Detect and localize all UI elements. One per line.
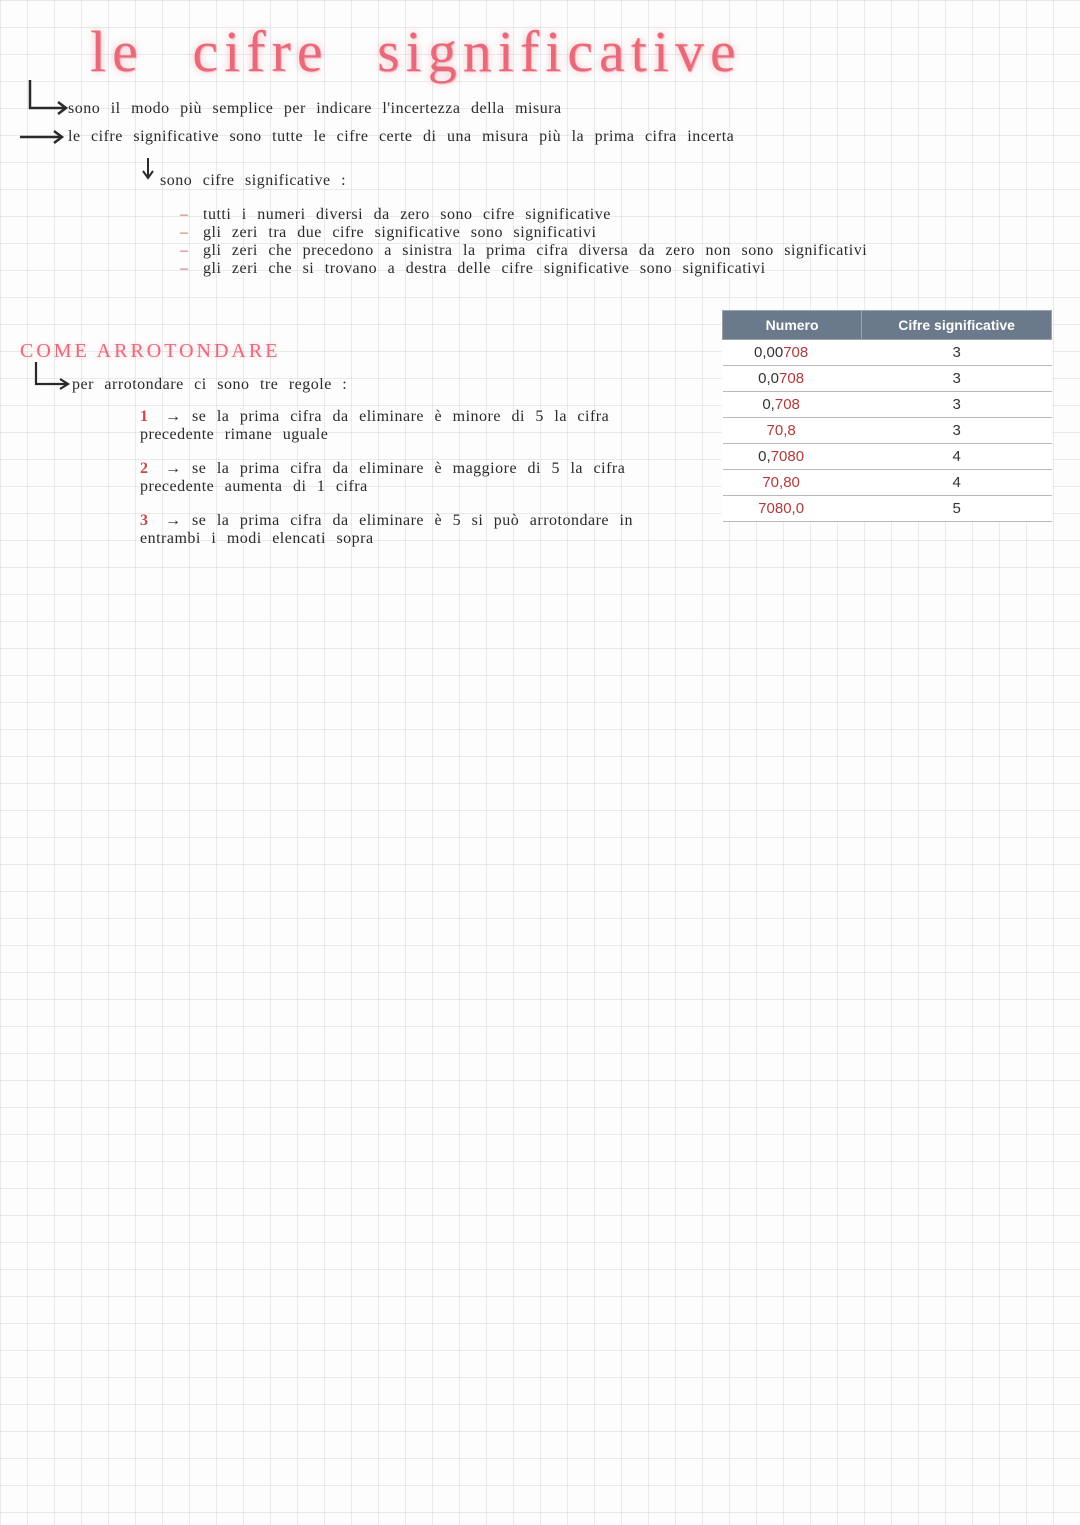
page-title: le cifre significative — [90, 18, 742, 85]
arrow-small-icon: → — [165, 408, 182, 425]
rule-item: ‒ tutti i numeri diversi da zero sono ci… — [180, 206, 611, 224]
round-rule: 1 → se la prima cifra da eliminare è min… — [140, 408, 690, 445]
cell-cifre: 3 — [862, 392, 1052, 418]
cell-cifre: 4 — [862, 470, 1052, 496]
table-row: 0,07083 — [723, 366, 1052, 392]
rule-text: gli zeri che precedono a sinistra la pri… — [203, 242, 867, 259]
dash-icon: ‒ — [180, 224, 189, 241]
rule-item: ‒ gli zeri tra due cifre significative s… — [180, 224, 596, 242]
rules-heading: sono cifre significative : — [160, 172, 346, 190]
rule-number: 1 — [140, 408, 149, 425]
table-row: 0,007083 — [723, 340, 1052, 366]
sig-figures-table: Numero Cifre significative 0,0070830,070… — [722, 310, 1052, 522]
rule-number: 3 — [140, 512, 149, 529]
round-rule-text: se la prima cifra da eliminare è maggior… — [140, 460, 625, 495]
cell-numero: 0,0708 — [723, 366, 862, 392]
cell-cifre: 3 — [862, 366, 1052, 392]
cell-cifre: 3 — [862, 418, 1052, 444]
round-intro: per arrotondare ci sono tre regole : — [72, 376, 347, 394]
table-row: 7080,05 — [723, 496, 1052, 522]
cell-numero: 0,708 — [723, 392, 862, 418]
table-row: 0,70804 — [723, 444, 1052, 470]
dash-icon: ‒ — [180, 260, 189, 277]
cell-numero: 0,7080 — [723, 444, 862, 470]
cell-numero: 7080,0 — [723, 496, 862, 522]
cell-numero: 0,00708 — [723, 340, 862, 366]
intro-line-2: le cifre significative sono tutte le cif… — [68, 128, 1048, 146]
rule-text: tutti i numeri diversi da zero sono cifr… — [203, 206, 611, 223]
cell-numero: 70,80 — [723, 470, 862, 496]
rule-number: 2 — [140, 460, 149, 477]
rule-item: ‒ gli zeri che si trovano a destra delle… — [180, 260, 766, 278]
table-header-cifre: Cifre significative — [862, 311, 1052, 340]
cell-cifre: 4 — [862, 444, 1052, 470]
round-rule: 3 → se la prima cifra da eliminare è 5 s… — [140, 512, 700, 549]
rule-text: gli zeri che si trovano a destra delle c… — [203, 260, 766, 277]
table-row: 70,804 — [723, 470, 1052, 496]
rule-text: gli zeri tra due cifre significative son… — [203, 224, 596, 241]
round-rule-text: se la prima cifra da eliminare è minore … — [140, 408, 609, 443]
arrow-icon — [20, 80, 70, 125]
cell-cifre: 3 — [862, 340, 1052, 366]
table-row: 0,7083 — [723, 392, 1052, 418]
arrow-icon — [18, 128, 66, 146]
table-row: 70,83 — [723, 418, 1052, 444]
section-heading-rounding: COME ARROTONDARE — [20, 340, 280, 363]
intro-line-1: sono il modo più semplice per indicare l… — [68, 100, 1048, 118]
rule-item: ‒ gli zeri che precedono a sinistra la p… — [180, 242, 867, 260]
arrow-small-icon: → — [165, 512, 182, 529]
arrow-small-icon: → — [165, 460, 182, 477]
table-header-numero: Numero — [723, 311, 862, 340]
round-rule-text: se la prima cifra da eliminare è 5 si pu… — [140, 512, 633, 547]
dash-icon: ‒ — [180, 242, 189, 259]
dash-icon: ‒ — [180, 206, 189, 223]
round-rule: 2 → se la prima cifra da eliminare è mag… — [140, 460, 700, 497]
cell-cifre: 5 — [862, 496, 1052, 522]
cell-numero: 70,8 — [723, 418, 862, 444]
arrow-down-icon — [140, 158, 162, 186]
arrow-icon — [28, 362, 72, 396]
